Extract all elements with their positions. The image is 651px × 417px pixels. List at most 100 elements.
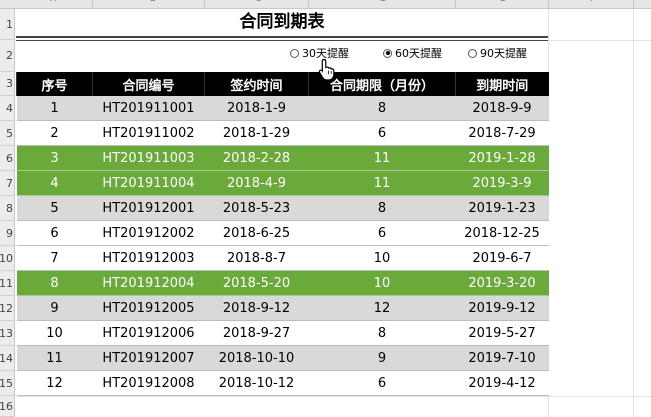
cell-expiry-date[interactable]: 2019-4-12 [455, 370, 549, 396]
cell-sign-date[interactable]: 2018-9-27 [204, 320, 309, 346]
cell-contract-no[interactable]: HT201912007 [92, 345, 205, 371]
cell-serial[interactable]: 2 [16, 120, 93, 146]
cell-term-months[interactable]: 8 [308, 195, 456, 221]
column-header-c[interactable]: C [255, 0, 261, 4]
cell-sign-date[interactable]: 2018-1-29 [204, 120, 309, 146]
table-row: 6 HT201912002 2018-6-25 6 2018-12-25 [16, 220, 549, 246]
row-header-11[interactable]: 11 [0, 271, 14, 296]
header-serial[interactable]: 序号 [16, 72, 93, 96]
cell-term-months[interactable]: 6 [308, 370, 456, 396]
cell-contract-no[interactable]: HT201912003 [92, 245, 205, 271]
cell-sign-date[interactable]: 2018-9-12 [204, 295, 309, 321]
cell-sign-date[interactable]: 2018-5-23 [204, 195, 309, 221]
cell-expiry-date[interactable]: 2019-3-9 [455, 170, 549, 196]
row-header-16[interactable]: 16 [0, 396, 14, 417]
cell-contract-no[interactable]: HT201912006 [92, 320, 205, 346]
cell-sign-date[interactable]: 2018-5-20 [204, 270, 309, 296]
radio-option-90-days[interactable]: 90天提醒 [468, 43, 527, 63]
row-header-4[interactable]: 4 [0, 96, 14, 121]
cell-sign-date[interactable]: 2018-2-28 [204, 145, 309, 171]
cell-expiry-date[interactable]: 2018-9-9 [455, 96, 549, 121]
cell-serial[interactable]: 7 [16, 245, 93, 271]
row-header-10[interactable]: 10 [0, 246, 14, 271]
row-header-6[interactable]: 6 [0, 146, 14, 171]
cell-term-months[interactable]: 9 [308, 345, 456, 371]
cell-contract-no[interactable]: HT201912008 [92, 370, 205, 396]
cell-serial[interactable]: 5 [16, 195, 93, 221]
row-header-15[interactable]: 15 [0, 371, 14, 396]
cell-term-months[interactable]: 12 [308, 295, 456, 321]
radio-button-icon[interactable] [290, 48, 299, 58]
table-row: 3 HT201911003 2018-2-28 11 2019-1-28 [16, 145, 549, 171]
cell-sign-date[interactable]: 2018-4-9 [204, 170, 309, 196]
header-sign-date[interactable]: 签约时间 [204, 72, 309, 96]
column-header-a[interactable]: A [50, 0, 56, 4]
row-header-1[interactable]: 1 [0, 9, 14, 40]
cell-sign-date[interactable]: 2018-1-9 [204, 96, 309, 121]
column-header-f[interactable]: F [590, 0, 595, 4]
cell-expiry-date[interactable]: 2018-7-29 [455, 120, 549, 146]
cell-contract-no[interactable]: HT201912004 [92, 270, 205, 296]
row-header-12[interactable]: 12 [0, 296, 14, 321]
cell-term-months[interactable]: 11 [308, 170, 456, 196]
row-header-9[interactable]: 9 [0, 221, 14, 246]
radio-button-icon[interactable] [468, 48, 477, 58]
cell-contract-no[interactable]: HT201911003 [92, 145, 205, 171]
radio-label: 90天提醒 [480, 47, 527, 60]
table-row: 12 HT201912008 2018-10-12 6 2019-4-12 [16, 370, 549, 396]
header-contract-no[interactable]: 合同编号 [92, 72, 205, 96]
column-header-d[interactable]: D [380, 0, 387, 4]
cell-expiry-date[interactable]: 2019-9-12 [455, 295, 549, 321]
cell-sign-date[interactable]: 2018-6-25 [204, 220, 309, 246]
cell-contract-no[interactable]: HT201912001 [92, 195, 205, 221]
column-separator [92, 0, 93, 8]
cell-term-months[interactable]: 8 [308, 96, 456, 121]
row-header-2[interactable]: 2 [0, 40, 14, 72]
row-header-3[interactable]: 3 [0, 72, 14, 96]
column-separator [308, 0, 309, 8]
row-header-14[interactable]: 14 [0, 346, 14, 371]
cell-term-months[interactable]: 11 [308, 145, 456, 171]
cell-serial[interactable]: 12 [16, 370, 93, 396]
cell-expiry-date[interactable]: 2018-12-25 [455, 220, 549, 246]
cell-sign-date[interactable]: 2018-8-7 [204, 245, 309, 271]
cell-serial[interactable]: 6 [16, 220, 93, 246]
cell-sign-date[interactable]: 2018-10-10 [204, 345, 309, 371]
cell-expiry-date[interactable]: 2019-1-28 [455, 145, 549, 171]
column-header-e[interactable]: E [500, 0, 506, 4]
table-row: 7 HT201912003 2018-8-7 10 2019-6-7 [16, 245, 549, 271]
cell-sign-date[interactable]: 2018-10-12 [204, 370, 309, 396]
cell-serial[interactable]: 9 [16, 295, 93, 321]
header-expiry-date[interactable]: 到期时间 [455, 72, 549, 96]
row-header-5[interactable]: 5 [0, 121, 14, 146]
cell-term-months[interactable]: 10 [308, 245, 456, 271]
cell-serial[interactable]: 8 [16, 270, 93, 296]
contract-table: 序号 合同编号 签约时间 合同期限（月份） 到期时间 1 HT201911001 2… [16, 72, 549, 396]
cell-term-months[interactable]: 6 [308, 220, 456, 246]
cell-term-months[interactable]: 8 [308, 320, 456, 346]
cell-expiry-date[interactable]: 2019-5-27 [455, 320, 549, 346]
row-header-7[interactable]: 7 [0, 171, 14, 196]
cell-expiry-date[interactable]: 2019-6-7 [455, 245, 549, 271]
cell-serial[interactable]: 11 [16, 345, 93, 371]
cell-contract-no[interactable]: HT201911002 [92, 120, 205, 146]
cell-term-months[interactable]: 6 [308, 120, 456, 146]
column-header-b[interactable]: B [150, 0, 156, 4]
table-row: 1 HT201911001 2018-1-9 8 2018-9-9 [16, 96, 549, 121]
row-header-8[interactable]: 8 [0, 196, 14, 221]
cell-expiry-date[interactable]: 2019-1-23 [455, 195, 549, 221]
cell-contract-no[interactable]: HT201911004 [92, 170, 205, 196]
radio-option-60-days[interactable]: 60天提醒 [383, 43, 442, 63]
cell-serial[interactable]: 10 [16, 320, 93, 346]
cell-serial[interactable]: 3 [16, 145, 93, 171]
cell-serial[interactable]: 1 [16, 96, 93, 121]
cell-contract-no[interactable]: HT201912005 [92, 295, 205, 321]
cell-expiry-date[interactable]: 2019-3-20 [455, 270, 549, 296]
radio-button-icon[interactable] [383, 48, 392, 58]
row-header-13[interactable]: 13 [0, 321, 14, 346]
cell-term-months[interactable]: 10 [308, 270, 456, 296]
cell-serial[interactable]: 4 [16, 170, 93, 196]
cell-expiry-date[interactable]: 2019-7-10 [455, 345, 549, 371]
cell-contract-no[interactable]: HT201912002 [92, 220, 205, 246]
cell-contract-no[interactable]: HT201911001 [92, 96, 205, 121]
